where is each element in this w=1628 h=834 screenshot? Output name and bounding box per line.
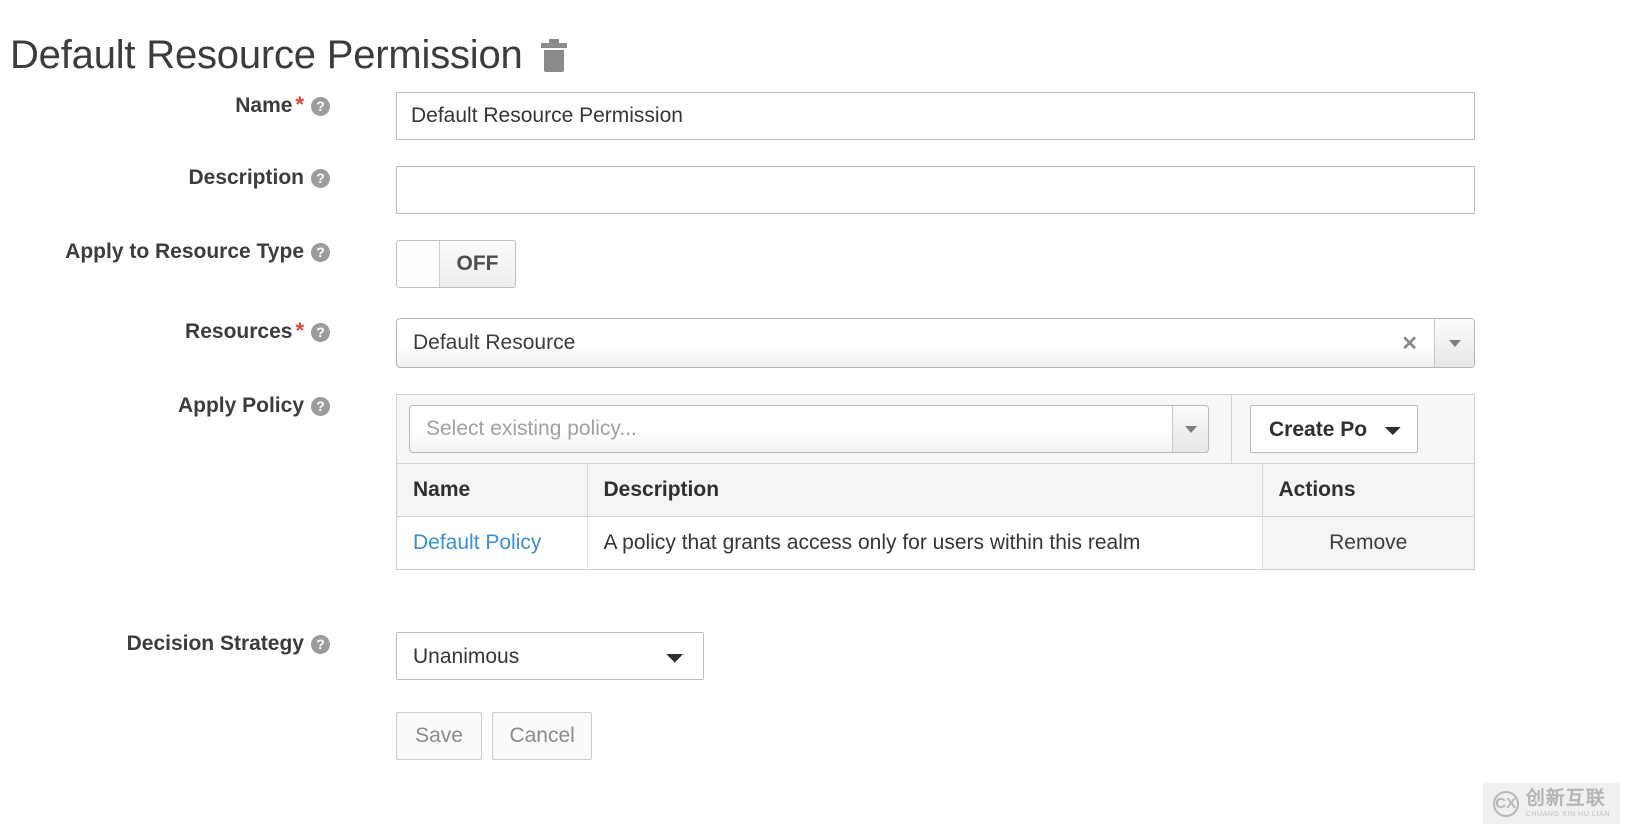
column-header-description: Description [587,464,1262,517]
description-label-group: Description? [0,166,330,190]
column-header-actions: Actions [1262,464,1474,517]
resources-required-marker: * [295,318,304,343]
watermark-logo-icon: CX [1493,791,1519,817]
form-row-apply-to-resource-type: Apply to Resource Type? OFF [0,240,1628,292]
watermark-pinyin: CHUANG XIN HU LIAN [1526,811,1610,818]
description-label: Description [188,166,304,189]
watermark: CX 创新互联 CHUANG XIN HU LIAN [1483,783,1620,824]
name-help-icon[interactable]: ? [311,97,330,116]
chevron-down-icon [1185,426,1197,433]
resources-label: Resources [185,320,292,343]
table-header-row: Name Description Actions [397,464,1474,517]
apply-resource-type-label: Apply to Resource Type [65,240,304,263]
form-row-description: Description? [0,166,1628,214]
page-header: Default Resource Permission [0,0,1628,92]
page-title: Default Resource Permission [10,35,523,75]
policy-link[interactable]: Default Policy [413,531,541,554]
resources-select[interactable]: Default Resource ✕ [396,318,1475,368]
name-label-group: Name*? [0,92,330,118]
apply-resource-type-label-group: Apply to Resource Type? [0,240,330,264]
policy-description-cell: A policy that grants access only for use… [587,517,1262,570]
trash-lid [541,43,567,48]
delete-icon[interactable] [541,43,567,73]
create-policy-select[interactable]: Create Po [1250,405,1418,453]
name-input[interactable] [396,92,1475,140]
decision-strategy-select[interactable]: Unanimous [396,632,704,680]
column-header-name: Name [397,464,587,517]
applied-policies-table: Name Description Actions Default Policy … [397,464,1474,569]
description-field-wrap [330,166,1628,214]
resources-selected-value: Default Resource [397,319,1385,367]
description-input[interactable] [396,166,1475,214]
existing-policy-placeholder: Select existing policy... [410,406,1172,452]
resources-help-icon[interactable]: ? [311,323,330,342]
chevron-down-icon [1449,340,1461,347]
form-row-apply-policy: Apply Policy? Select existing policy... … [0,394,1628,570]
table-row: Default Policy A policy that grants acce… [397,517,1474,570]
actions-button-group: Save Cancel [330,712,1628,760]
apply-resource-type-field-wrap: OFF [330,240,1628,292]
name-label: Name [235,94,292,117]
existing-policy-select[interactable]: Select existing policy... [409,405,1209,453]
resources-field-wrap: Default Resource ✕ [330,318,1628,368]
apply-resource-type-help-icon[interactable]: ? [311,243,330,262]
decision-strategy-label: Decision Strategy [127,632,304,655]
policy-name-cell: Default Policy [397,517,587,570]
apply-policy-field-wrap: Select existing policy... Create Po Name [330,394,1628,570]
resources-label-group: Resources*? [0,318,330,344]
apply-policy-label-group: Apply Policy? [0,394,330,418]
apply-policy-label: Apply Policy [178,394,304,417]
toggle-state-label: OFF [440,241,515,287]
decision-strategy-help-icon[interactable]: ? [311,635,330,654]
watermark-chinese: 创新互联 [1526,789,1610,808]
apply-policy-toolbar: Select existing policy... Create Po [397,395,1474,464]
apply-resource-type-toggle[interactable]: OFF [396,240,516,288]
form-row-actions: Save Cancel [0,712,1628,760]
toggle-knob [397,241,440,287]
form-row-resources: Resources*? Default Resource ✕ [0,318,1628,368]
policy-actions-cell: Remove [1262,517,1474,570]
watermark-text: 创新互联 CHUANG XIN HU LIAN [1526,789,1610,818]
apply-policy-panel: Select existing policy... Create Po Name [396,394,1475,570]
resources-dropdown-toggle[interactable] [1434,319,1474,367]
save-button[interactable]: Save [396,712,482,760]
form-row-decision-strategy: Decision Strategy? Unanimous [0,632,1628,680]
description-help-icon[interactable]: ? [311,169,330,188]
decision-strategy-label-group: Decision Strategy? [0,632,330,656]
cancel-button[interactable]: Cancel [492,712,591,760]
name-field-wrap [330,92,1628,140]
trash-body [544,50,564,72]
clear-icon[interactable]: ✕ [1385,319,1434,367]
table-body: Default Policy A policy that grants acce… [397,517,1474,570]
name-required-marker: * [295,92,304,117]
toolbar-divider [1231,395,1232,463]
decision-strategy-field-wrap: Unanimous [330,632,1628,680]
form-row-name: Name*? [0,92,1628,140]
remove-policy-button[interactable]: Remove [1329,531,1407,554]
existing-policy-dropdown-toggle[interactable] [1172,406,1208,452]
table-head: Name Description Actions [397,464,1474,517]
apply-policy-help-icon[interactable]: ? [311,397,330,416]
permission-form: Name*? Description? Apply to Resource Ty… [0,92,1628,760]
